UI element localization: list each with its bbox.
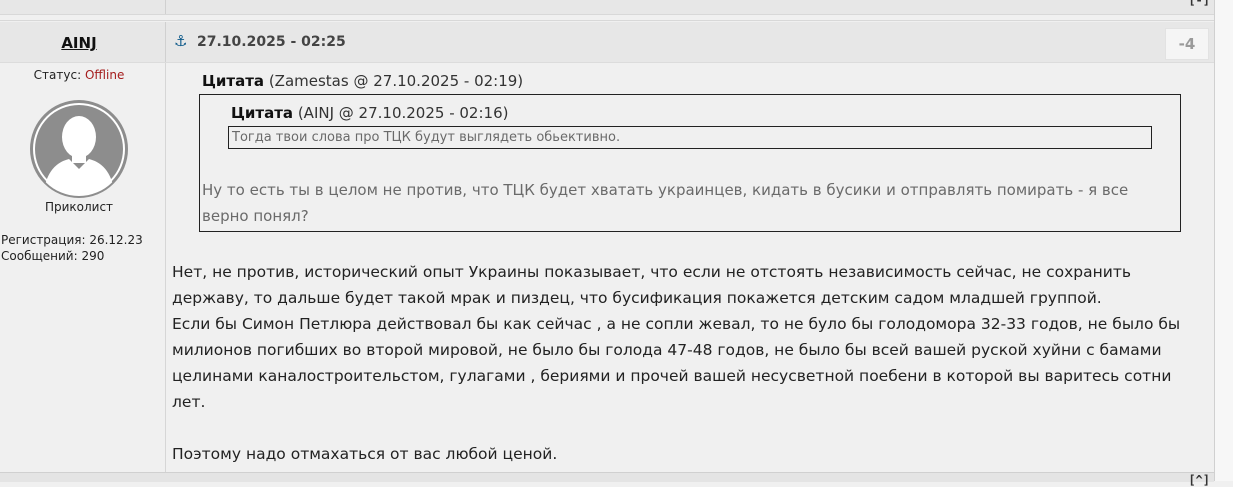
avatar[interactable] — [29, 99, 129, 199]
divider — [0, 20, 1214, 21]
scrollbar-track[interactable] — [1214, 0, 1233, 481]
quote-text: Ну то есть ты в целом не против, что ТЦК… — [202, 181, 1129, 225]
post-rating[interactable]: -4 — [1165, 28, 1209, 60]
nested-quote-header: Цитата (AINJ @ 27.10.2025 - 02:16) — [231, 104, 508, 122]
collapse-button[interactable]: [-] — [1188, 0, 1210, 7]
status-line: Статус: Offline — [0, 68, 158, 82]
user-rank: Приколист — [44, 200, 114, 214]
scroll-top-button[interactable]: [^] — [1188, 473, 1210, 487]
post-date: 27.10.2025 - 02:25 — [197, 34, 346, 50]
column-divider — [165, 22, 166, 62]
nested-quote-label: Цитата — [231, 104, 294, 122]
message-count: Сообщений: 290 — [1, 249, 105, 263]
quote-block: Цитата (AINJ @ 27.10.2025 - 02:16) Тогда… — [199, 94, 1181, 232]
quote-header: Цитата (Zamestas @ 27.10.2025 - 02:19) — [202, 72, 523, 90]
previous-post-footer: [-] — [0, 0, 1214, 15]
author-link[interactable]: AINJ — [0, 34, 158, 52]
quote-meta: (Zamestas @ 27.10.2025 - 02:19) — [264, 72, 524, 90]
post-body: Цитата (Zamestas @ 27.10.2025 - 02:19) Ц… — [166, 63, 1214, 472]
quote-label: Цитата — [202, 72, 265, 90]
nested-quote-meta: (AINJ @ 27.10.2025 - 02:16) — [293, 104, 509, 122]
user-stats: Регистрация: 26.12.23 Сообщений: 290 — [1, 232, 143, 264]
anchor-icon[interactable]: ⚓ — [174, 32, 187, 50]
column-divider — [165, 0, 166, 14]
status-value: Offline — [84, 68, 125, 82]
nested-quote-text: Тогда твои слова про ТЦК будут выглядеть… — [232, 130, 621, 145]
post-header: AINJ ⚓ 27.10.2025 - 02:25 -4 — [0, 22, 1214, 63]
author-profile: Статус: Offline Приколист Регистрация: 2… — [0, 63, 166, 472]
nested-quote-block: Тогда твои слова про ТЦК будут выглядеть… — [228, 126, 1152, 149]
status-label: Статус: — [33, 68, 82, 82]
registration-date: Регистрация: 26.12.23 — [1, 233, 143, 247]
post-text: Нет, не против, исторический опыт Украин… — [172, 263, 1181, 463]
